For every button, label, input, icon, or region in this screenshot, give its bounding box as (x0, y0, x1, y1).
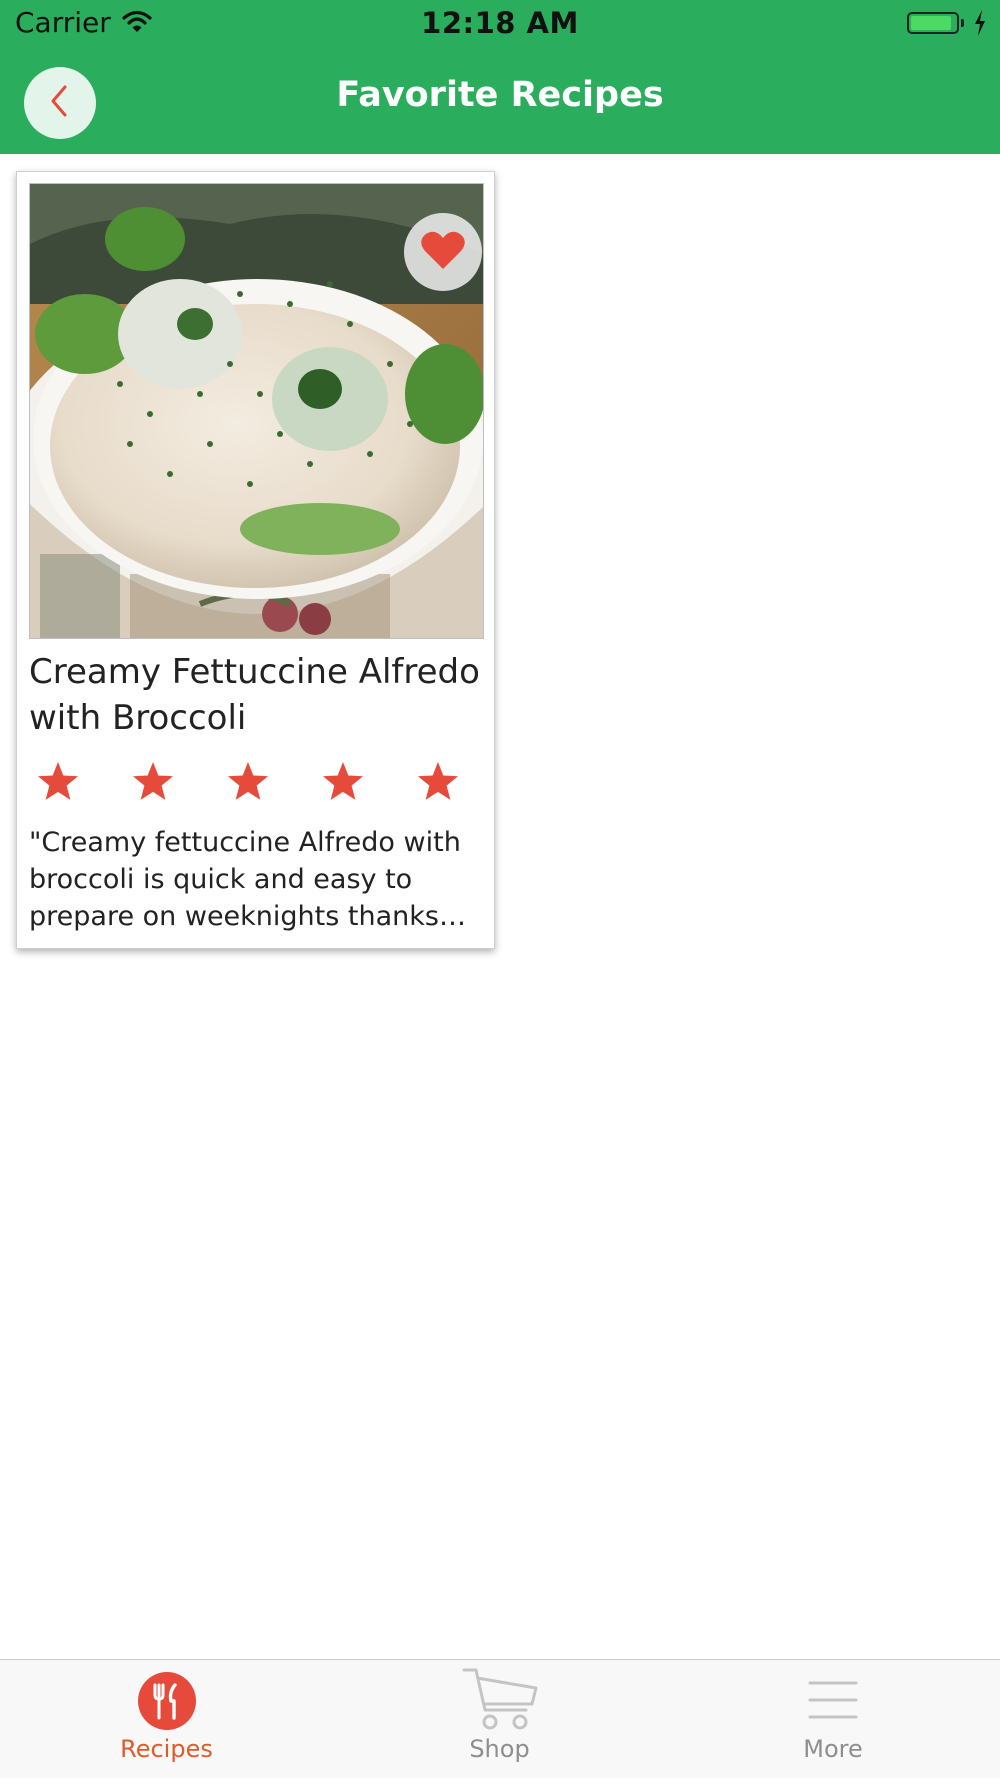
tab-shop-label: Shop (469, 1735, 530, 1763)
star-icon (416, 760, 460, 806)
recipe-description: "Creamy fettuccine Alfredo with broccoli… (29, 827, 461, 932)
status-bar: Carrier 12:18 AM (0, 0, 1000, 50)
tab-more[interactable]: More (666, 1660, 1000, 1779)
charging-bolt-icon (974, 10, 986, 40)
star-icon (36, 760, 80, 806)
fork-knife-icon (137, 1672, 196, 1734)
tab-recipes[interactable]: Recipes (0, 1660, 333, 1779)
star-icon (131, 760, 175, 806)
battery-icon (907, 12, 959, 34)
menu-icon (808, 1680, 858, 1724)
battery-tip (961, 19, 964, 27)
star-icon (226, 760, 270, 806)
cart-icon (460, 1666, 540, 1736)
tab-recipes-label: Recipes (120, 1735, 213, 1763)
tab-more-label: More (803, 1735, 863, 1763)
recipe-photo[interactable] (29, 183, 484, 639)
favorite-button[interactable] (404, 213, 482, 291)
battery-level (911, 16, 951, 30)
recipe-title[interactable]: Creamy Fettuccine Alfredo with Broccoli (29, 649, 484, 741)
navigation-header: Carrier 12:18 AM Favorite Recipes (0, 0, 1000, 154)
heart-icon (420, 229, 466, 275)
rating-stars (36, 760, 496, 810)
recipe-card[interactable]: Creamy Fettuccine Alfredo with Broccoli … (16, 171, 495, 949)
tab-bar: Recipes Shop More (0, 1659, 1000, 1778)
page-title: Favorite Recipes (336, 75, 664, 115)
star-icon (321, 760, 365, 806)
status-time: 12:18 AM (421, 6, 579, 40)
tab-shop[interactable]: Shop (333, 1660, 666, 1779)
